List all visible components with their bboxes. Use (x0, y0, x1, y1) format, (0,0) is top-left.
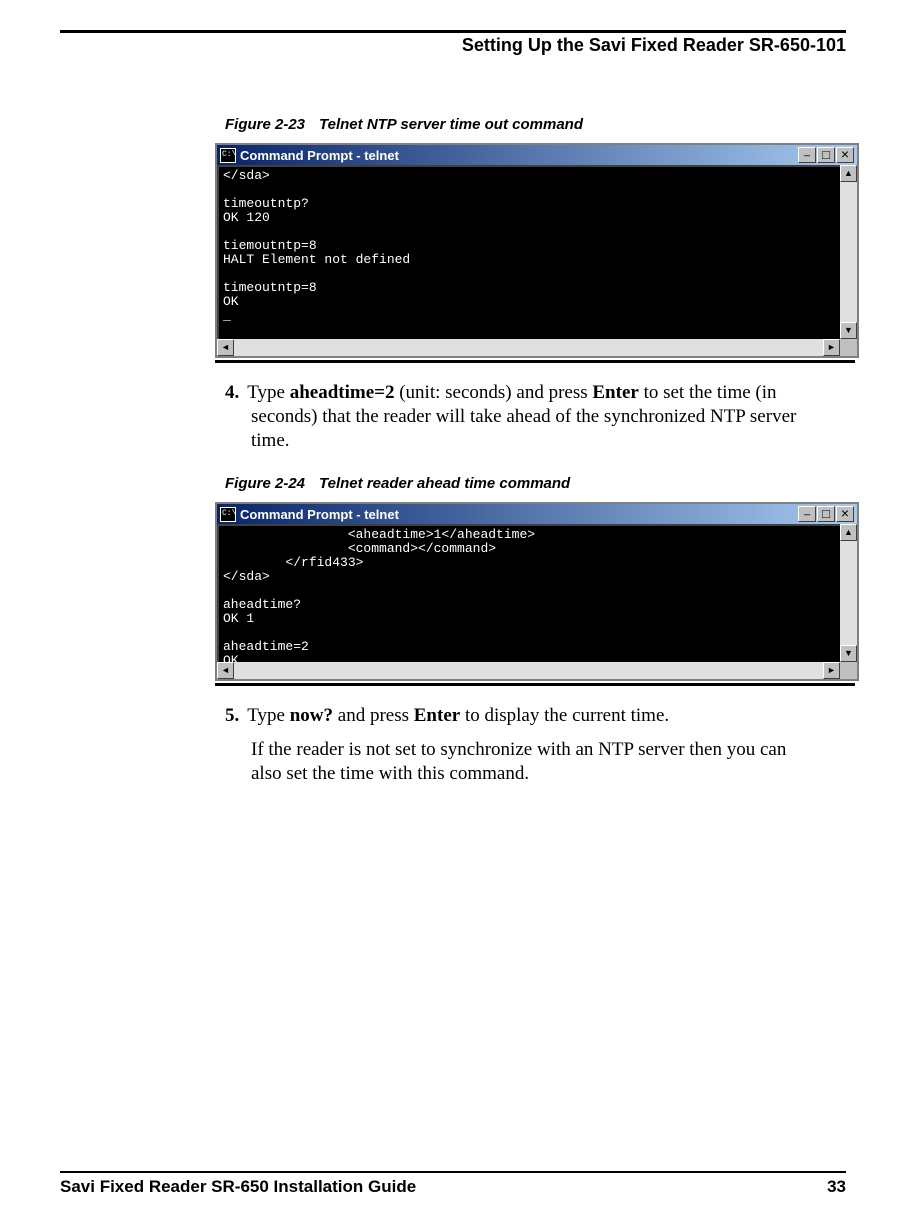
scroll-up-button[interactable]: ▲ (840, 524, 857, 541)
scroll-track-h[interactable] (234, 662, 823, 679)
command-prompt-icon (220, 507, 236, 522)
maximize-button[interactable] (817, 506, 835, 522)
figure-rule-2 (215, 683, 855, 686)
step4-p2: (unit: seconds) and press (394, 382, 592, 403)
minimize-button[interactable] (798, 506, 816, 522)
terminal-output[interactable]: <aheadtime>1</aheadtime> <command></comm… (217, 524, 840, 662)
window-titlebar: Command Prompt - telnet (217, 504, 857, 524)
footer-rule (60, 1171, 846, 1173)
terminal-output[interactable]: </sda> timeoutntp? OK 120 tiemoutntp=8 H… (217, 165, 840, 339)
step4-b1: aheadtime=2 (290, 382, 395, 403)
step-number: 5. (225, 705, 239, 726)
scroll-right-button[interactable]: ► (823, 339, 840, 356)
scroll-down-button[interactable]: ▼ (840, 645, 857, 662)
horizontal-scrollbar[interactable]: ◄ ► (217, 662, 857, 679)
figure-caption-2: Figure 2-24 Telnet reader ahead time comm… (225, 475, 846, 492)
scroll-track-h[interactable] (234, 339, 823, 356)
window-titlebar: Command Prompt - telnet (217, 145, 857, 165)
window-title-text: Command Prompt - telnet (240, 148, 797, 163)
step5-p1: Type (247, 705, 289, 726)
step5-paragraph: If the reader is not set to synchronize … (251, 738, 806, 786)
vertical-scrollbar[interactable]: ▲ ▼ (840, 524, 857, 662)
command-prompt-icon (220, 148, 236, 163)
maximize-button[interactable] (817, 147, 835, 163)
scrollbar-corner (840, 339, 857, 356)
close-button[interactable] (836, 506, 854, 522)
figure-caption-1: Figure 2-23 Telnet NTP server time out co… (225, 116, 846, 133)
minimize-button[interactable] (798, 147, 816, 163)
step4-p1: Type (247, 382, 289, 403)
step-number: 4. (225, 382, 239, 403)
vertical-scrollbar[interactable]: ▲ ▼ (840, 165, 857, 339)
step5-p2: and press (333, 705, 414, 726)
instruction-step-4: 4. Type aheadtime=2 (unit: seconds) and p… (225, 381, 806, 453)
scroll-up-button[interactable]: ▲ (840, 165, 857, 182)
scroll-left-button[interactable]: ◄ (217, 662, 234, 679)
scroll-right-button[interactable]: ► (823, 662, 840, 679)
scroll-track[interactable] (840, 182, 857, 322)
window-title-text: Command Prompt - telnet (240, 507, 797, 522)
header-rule (60, 30, 846, 33)
scroll-down-button[interactable]: ▼ (840, 322, 857, 339)
scroll-left-button[interactable]: ◄ (217, 339, 234, 356)
scrollbar-corner (840, 662, 857, 679)
step5-b1: now? (290, 705, 333, 726)
close-button[interactable] (836, 147, 854, 163)
step5-p3: to display the current time. (460, 705, 669, 726)
command-prompt-window-1: Command Prompt - telnet </sda> timeoutnt… (215, 143, 859, 358)
command-prompt-window-2: Command Prompt - telnet <aheadtime>1</ah… (215, 502, 859, 681)
footer-guide-title: Savi Fixed Reader SR-650 Installation Gu… (60, 1177, 416, 1197)
figure-number: Figure 2-24 (225, 475, 305, 492)
page-header-title: Setting Up the Savi Fixed Reader SR-650-… (60, 35, 846, 56)
page-footer: Savi Fixed Reader SR-650 Installation Gu… (60, 1171, 846, 1197)
figure-title: Telnet NTP server time out command (319, 116, 583, 133)
instruction-step-5: 5. Type now? and press Enter to display t… (225, 704, 806, 728)
figure-number: Figure 2-23 (225, 116, 305, 133)
step4-b2: Enter (592, 382, 638, 403)
step5-b2: Enter (414, 705, 460, 726)
figure-rule-1 (215, 360, 855, 363)
figure-title: Telnet reader ahead time command (319, 475, 570, 492)
footer-page-number: 33 (827, 1177, 846, 1197)
scroll-track[interactable] (840, 541, 857, 645)
horizontal-scrollbar[interactable]: ◄ ► (217, 339, 857, 356)
